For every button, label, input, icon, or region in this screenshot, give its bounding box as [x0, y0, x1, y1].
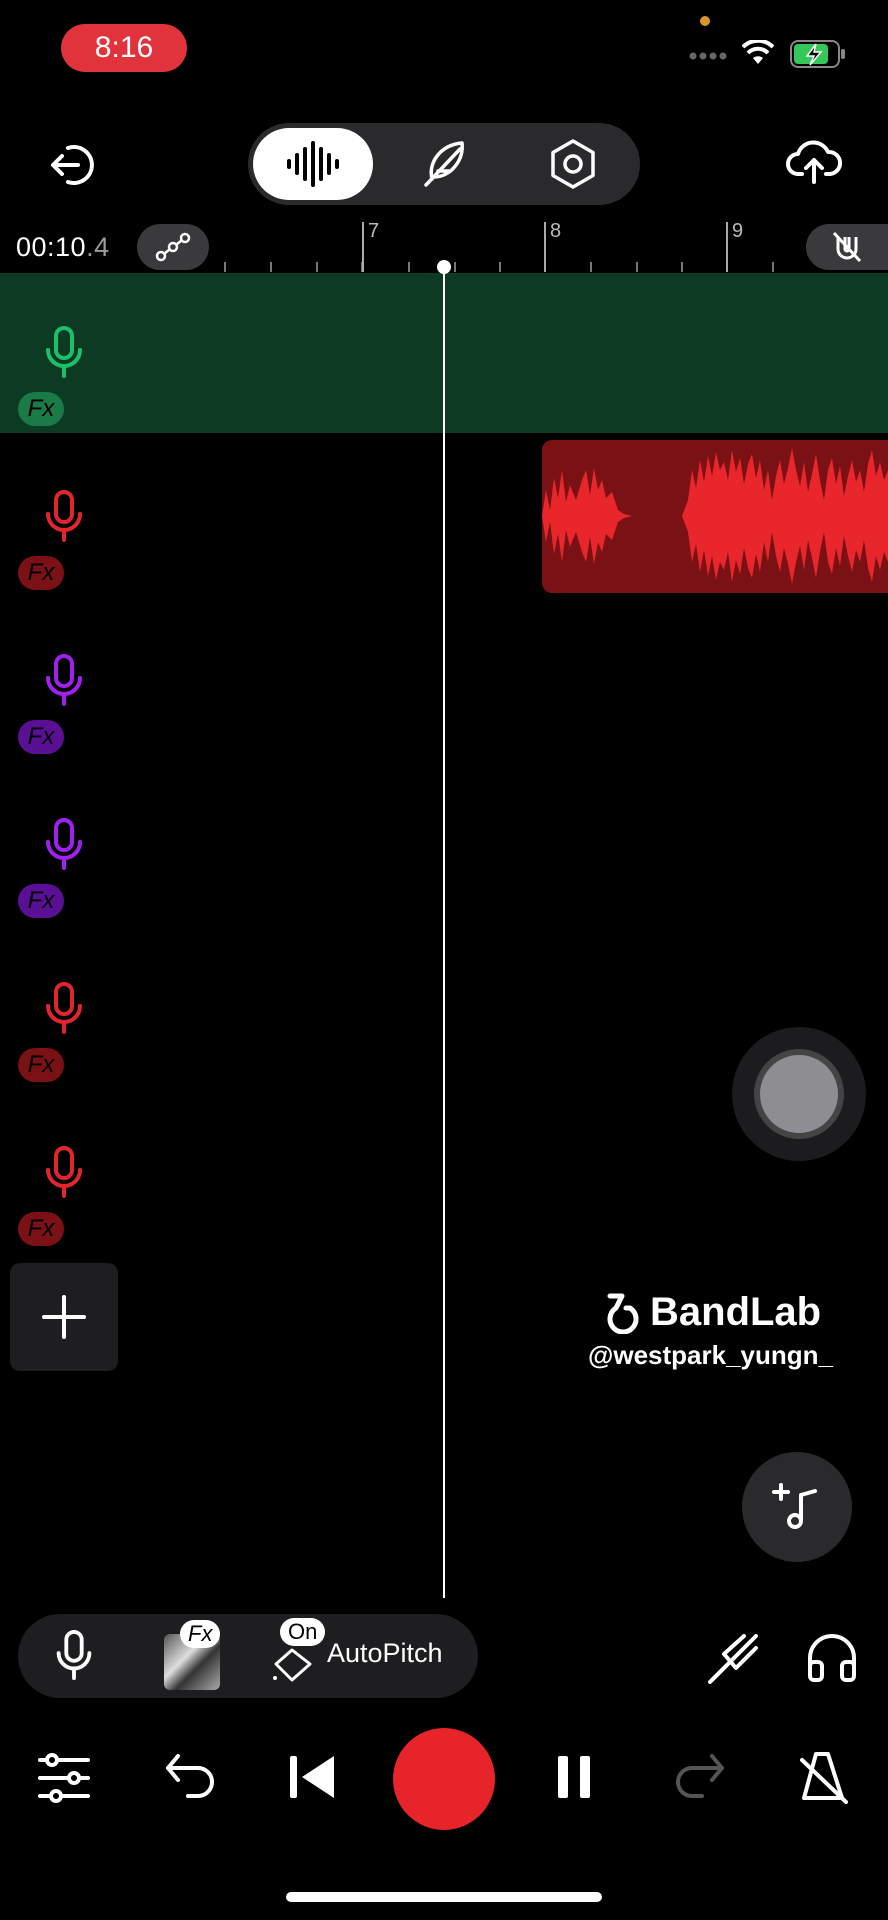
view-mode-segmented-control	[248, 123, 640, 205]
time-main: 00:10	[16, 232, 87, 262]
audio-clip[interactable]	[542, 440, 888, 593]
bar-number: 7	[368, 220, 380, 242]
track-fx-badge[interactable]: Fx	[18, 1048, 64, 1082]
redo-icon[interactable]	[674, 1752, 726, 1800]
snap-toggle-button[interactable]	[806, 224, 888, 270]
exit-icon[interactable]	[48, 140, 98, 190]
track-fx-badge[interactable]: Fx	[18, 720, 64, 754]
track-fx-badge[interactable]: Fx	[18, 884, 64, 918]
cloud-upload-icon[interactable]	[786, 138, 842, 186]
settings-mode-button[interactable]	[513, 128, 633, 200]
magnet-off-icon	[832, 231, 862, 263]
tuning-fork-icon[interactable]	[706, 1632, 760, 1686]
automation-icon	[155, 232, 191, 262]
mic-icon[interactable]	[44, 326, 84, 378]
fx-badge: Fx	[180, 1620, 221, 1648]
time-fraction: .4	[86, 232, 110, 262]
add-loop-button[interactable]	[742, 1452, 852, 1562]
floating-control-button[interactable]	[732, 1027, 866, 1161]
settings-hex-icon	[551, 139, 595, 189]
home-indicator[interactable]	[286, 1892, 602, 1902]
mixer-sliders-icon[interactable]	[38, 1752, 90, 1804]
bar-number: 8	[550, 220, 562, 242]
waveform-mode-button[interactable]	[253, 128, 373, 200]
bandlab-watermark: BandLab	[598, 1290, 821, 1335]
headphones-icon[interactable]	[806, 1632, 858, 1682]
metronome-off-icon[interactable]	[798, 1750, 850, 1804]
pause-icon[interactable]	[556, 1756, 592, 1798]
status-time: 8:16	[94, 31, 154, 64]
undo-icon[interactable]	[164, 1752, 216, 1800]
add-music-icon	[772, 1483, 817, 1529]
bandlab-logo-icon	[607, 1293, 639, 1334]
mic-icon[interactable]	[44, 1146, 84, 1198]
timeline-ruler[interactable]	[210, 220, 810, 272]
battery-icon	[790, 40, 848, 68]
creator-handle: @westpark_yungn_	[588, 1340, 833, 1370]
playback-time: 00:10.4	[16, 232, 110, 263]
automation-button[interactable]	[137, 224, 209, 270]
wifi-icon	[742, 40, 774, 66]
lyrics-mode-button[interactable]	[384, 128, 504, 200]
floating-control-knob	[754, 1049, 844, 1139]
autopitch-icon[interactable]	[272, 1648, 314, 1682]
autopitch-label[interactable]: AutoPitch	[327, 1638, 443, 1669]
skip-to-start-icon[interactable]	[288, 1754, 338, 1800]
mic-icon[interactable]	[44, 654, 84, 706]
mic-icon[interactable]	[44, 490, 84, 542]
playhead-handle[interactable]	[437, 260, 451, 274]
add-track-button[interactable]	[10, 1263, 118, 1371]
mic-icon[interactable]	[54, 1630, 94, 1680]
record-button[interactable]	[393, 1728, 495, 1830]
track-fx-badge[interactable]: Fx	[18, 392, 64, 426]
privacy-indicator-dot	[700, 16, 710, 26]
bar-number: 9	[732, 220, 744, 242]
cellular-signal-icon	[688, 50, 730, 62]
feather-icon	[424, 141, 464, 187]
brand-name: BandLab	[650, 1290, 822, 1334]
track-fx-badge[interactable]: Fx	[18, 556, 64, 590]
clip-waveform	[542, 448, 888, 584]
plus-icon	[42, 1295, 86, 1339]
playhead[interactable]	[443, 266, 445, 1598]
track-fx-badge[interactable]: Fx	[18, 1212, 64, 1246]
mic-icon[interactable]	[44, 818, 84, 870]
recording-time-pill[interactable]: 8:16	[61, 24, 187, 72]
autopitch-on-badge: On	[280, 1618, 326, 1646]
waveform-icon	[287, 141, 339, 187]
mic-icon[interactable]	[44, 982, 84, 1034]
